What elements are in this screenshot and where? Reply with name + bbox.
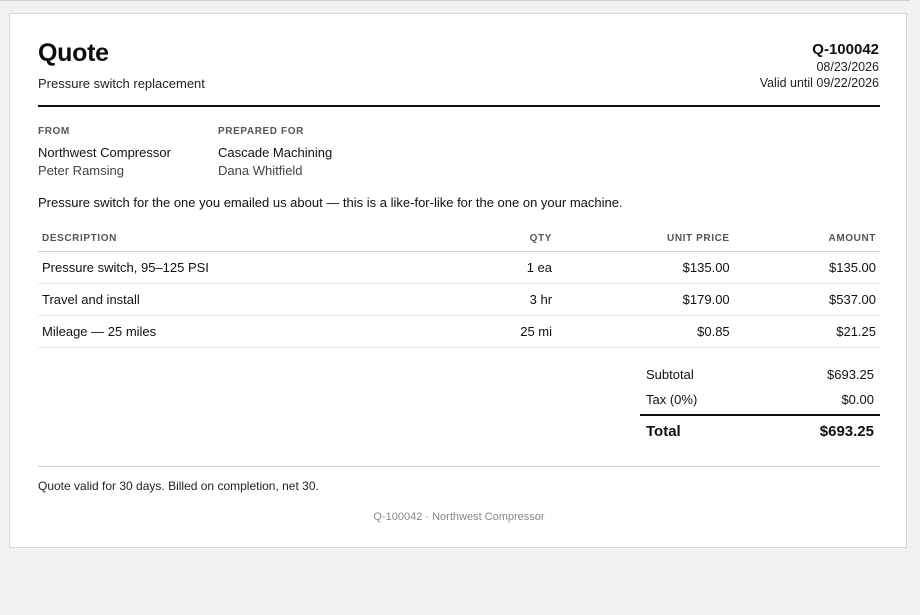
- table-row: Pressure switch, 95–125 PSI 1 ea $135.00…: [38, 251, 880, 284]
- item-description: Mileage — 25 miles: [38, 315, 469, 348]
- item-qty: 1 ea: [468, 251, 557, 284]
- quote-number: Q-100042: [812, 41, 879, 58]
- header-description: DESCRIPTION: [38, 229, 469, 252]
- quote-note: Pressure switch for the one you emailed …: [38, 195, 623, 210]
- footer-divider: [38, 466, 880, 467]
- quote-date: 08/23/2026: [816, 60, 879, 74]
- totals-block: Subtotal $693.25 Tax (0%) $0.00 Total $6…: [640, 362, 880, 447]
- item-description: Travel and install: [38, 283, 469, 316]
- window-top-border: [0, 0, 910, 1]
- from-org: Northwest Compressor: [38, 145, 171, 160]
- page-footer: Q-100042 · Northwest Compressor: [373, 511, 545, 523]
- table-row: Travel and install 3 hr $179.00 $537.00: [38, 283, 880, 316]
- header-divider: [38, 105, 880, 107]
- total-value: $693.25: [819, 423, 874, 440]
- quote-terms: Quote valid for 30 days. Billed on compl…: [38, 479, 319, 493]
- header-unit-price: UNIT PRICE: [556, 229, 734, 252]
- quote-meta: Q-100042 08/23/2026 Valid until 09/22/20…: [760, 41, 879, 91]
- table-row: Mileage — 25 miles 25 mi $0.85 $21.25: [38, 315, 880, 348]
- subtotal-label: Subtotal: [646, 367, 694, 382]
- header-qty: QTY: [468, 229, 557, 252]
- total-label: Total: [646, 423, 681, 440]
- quote-document: Quote Pressure switch replacement Q-1000…: [9, 13, 907, 548]
- item-amount: $537.00: [733, 283, 880, 316]
- prepared-for-label: PREPARED FOR: [218, 126, 304, 137]
- prepared-for-person: Dana Whitfield: [218, 163, 303, 178]
- item-qty: 25 mi: [468, 315, 557, 348]
- tax-value: $0.00: [841, 392, 874, 407]
- item-unit-price: $0.85: [556, 315, 734, 348]
- from-label: FROM: [38, 126, 70, 137]
- tax-row: Tax (0%) $0.00: [640, 387, 880, 412]
- item-unit-price: $135.00: [556, 251, 734, 284]
- document-subtitle: Pressure switch replacement: [38, 76, 205, 91]
- quote-valid-until: Valid until 09/22/2026: [759, 76, 879, 90]
- item-amount: $21.25: [733, 315, 880, 348]
- from-person: Peter Ramsing: [38, 163, 124, 178]
- subtotal-row: Subtotal $693.25: [640, 362, 880, 387]
- from-block: FROM Northwest Compressor Peter Ramsing: [38, 126, 171, 180]
- tax-label: Tax (0%): [646, 392, 698, 407]
- item-amount: $135.00: [733, 251, 880, 284]
- prepared-for-block: PREPARED FOR Cascade Machining Dana Whit…: [218, 126, 332, 180]
- item-description: Pressure switch, 95–125 PSI: [38, 251, 469, 284]
- line-items-table: DESCRIPTION QTY UNIT PRICE AMOUNT Pressu…: [38, 229, 880, 348]
- document-title: Quote: [38, 39, 109, 67]
- item-unit-price: $179.00: [556, 283, 734, 316]
- prepared-for-org: Cascade Machining: [218, 145, 333, 160]
- table-header-row: DESCRIPTION QTY UNIT PRICE AMOUNT: [38, 229, 880, 252]
- item-qty: 3 hr: [468, 283, 557, 316]
- header-amount: AMOUNT: [733, 229, 880, 252]
- total-row: Total $693.25: [640, 414, 880, 447]
- subtotal-value: $693.25: [827, 367, 874, 382]
